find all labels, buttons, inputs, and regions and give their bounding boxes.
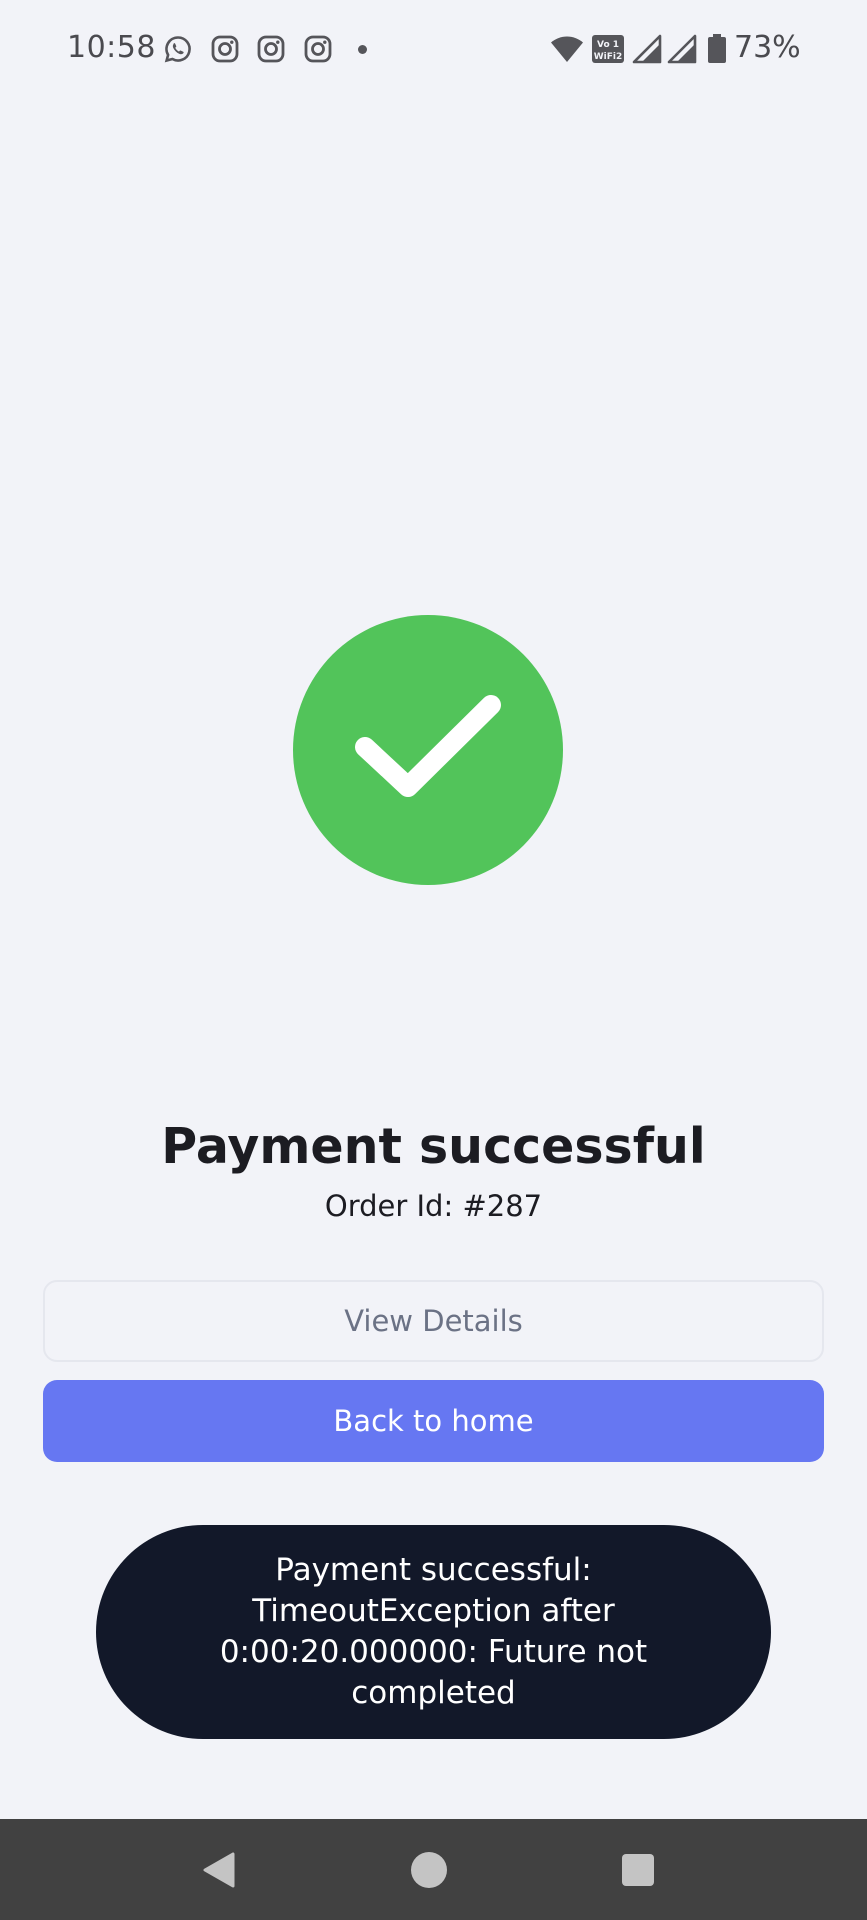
- nav-back-button[interactable]: [159, 1819, 279, 1920]
- back-to-home-label: Back to home: [333, 1404, 534, 1438]
- instagram-icon: [257, 35, 285, 63]
- page-title: Payment successful: [161, 1118, 706, 1175]
- status-time: 10:58: [67, 30, 156, 65]
- signal-icon: [667, 34, 697, 64]
- battery-percent: 73%: [734, 30, 801, 65]
- check-circle-icon: [293, 615, 563, 885]
- instagram-icon: [304, 35, 332, 63]
- svg-text:Vo 1: Vo 1: [597, 40, 619, 50]
- status-bar: 10:58 Vo 1 WiFi2 73%: [0, 0, 867, 100]
- signal-icon: [632, 34, 662, 64]
- whatsapp-icon: [164, 36, 191, 63]
- wifi-icon: [551, 36, 583, 62]
- home-icon: [411, 1851, 447, 1888]
- navigation-bar: [0, 1819, 867, 1920]
- battery-icon: [708, 34, 726, 63]
- back-icon: [203, 1852, 235, 1887]
- back-to-home-button[interactable]: Back to home: [43, 1380, 824, 1462]
- nav-recents-button[interactable]: [578, 1819, 698, 1920]
- view-details-button[interactable]: View Details: [43, 1280, 824, 1362]
- svg-text:WiFi2: WiFi2: [594, 52, 623, 62]
- nav-home-button[interactable]: [369, 1819, 489, 1920]
- instagram-icon: [211, 35, 239, 63]
- vowifi-icon: Vo 1 WiFi2: [592, 35, 624, 63]
- checkmark-icon: [355, 695, 501, 797]
- more-notifications-dot: [358, 45, 367, 54]
- view-details-label: View Details: [344, 1304, 523, 1338]
- recents-icon: [622, 1853, 654, 1886]
- order-id: Order Id: #287: [324, 1189, 543, 1223]
- toast-text: Payment successful: TimeoutException aft…: [219, 1552, 648, 1711]
- toast-message: Payment successful: TimeoutException aft…: [96, 1525, 771, 1739]
